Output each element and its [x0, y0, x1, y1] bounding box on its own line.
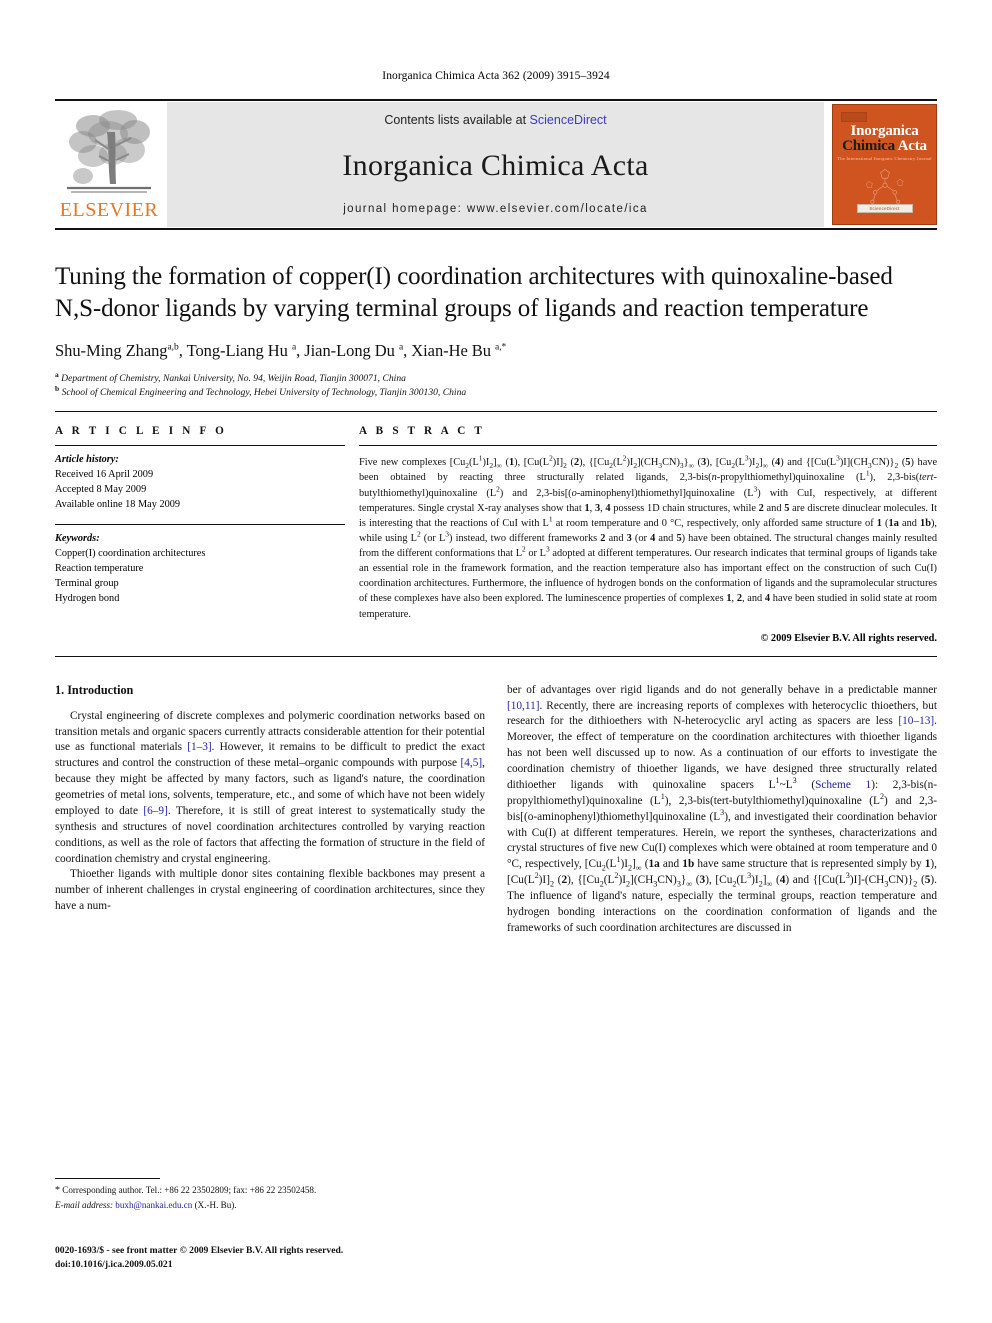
- abstract-heading: A B S T R A C T: [359, 425, 486, 438]
- affiliation-a-text: Department of Chemistry, Nankai Universi…: [61, 373, 406, 384]
- section-heading-introduction: 1. Introduction: [55, 682, 134, 697]
- author-list: Shu-Ming Zhanga,b, Tong-Liang Hu a, Jian…: [55, 341, 507, 360]
- cover-title-chimica: Chimica: [842, 138, 895, 155]
- page-title: Tuning the formation of copper(I) coordi…: [55, 263, 893, 322]
- article-history-label: Article history:: [55, 454, 119, 466]
- article-info-rule: [55, 445, 345, 447]
- body-region: 1. Introduction Crystal engineering of d…: [55, 683, 937, 937]
- abstract-text: Five new complexes [Cu2(L1)I2]∞ (1), [Cu…: [359, 453, 938, 620]
- affiliation-a: a Department of Chemistry, Nankai Univer…: [55, 369, 406, 384]
- doi-line: doi:10.1016/j.ica.2009.05.021: [55, 1259, 173, 1271]
- paragraph: Crystal engineering of discrete complexe…: [55, 709, 486, 865]
- history-online: Available online 18 May 2009: [55, 498, 181, 510]
- history-accepted: Accepted 8 May 2009: [55, 484, 147, 496]
- affiliation-list: a Department of Chemistry, Nankai Univer…: [55, 369, 937, 399]
- footnote-area: * Corresponding author. Tel.: +86 22 235…: [55, 1178, 485, 1212]
- masthead-center: Contents lists available at ScienceDirec…: [167, 102, 824, 227]
- keyword-item: Reaction temperature: [55, 562, 144, 574]
- footnote-rule: [55, 1178, 160, 1179]
- paper-page: Inorganica Chimica Acta 362 (2009) 3915–…: [0, 0, 992, 1323]
- cover-subtitle: The International Inorganic Chemistry Jo…: [837, 155, 932, 161]
- journal-cover-thumbnail[interactable]: Inorganica Chimica Acta The Internationa…: [832, 104, 937, 225]
- keywords-rule: [55, 523, 345, 525]
- paragraph: ber of advantages over rigid ligands and…: [507, 683, 938, 934]
- affiliation-b-text: School of Chemical Engineering and Techn…: [61, 386, 467, 398]
- paragraph: Thioether ligands with multiple donor si…: [55, 868, 485, 913]
- cover-badge-label: ScienceDirect: [869, 206, 900, 212]
- info-top-rule: [55, 411, 937, 413]
- journal-masthead: ELSEVIER Contents lists available at Sci…: [55, 99, 937, 230]
- sciencedirect-link[interactable]: ScienceDirect: [530, 113, 607, 127]
- issn-copyright-block: 0020-1693/$ - see front matter © 2009 El…: [55, 1244, 505, 1273]
- cover-molecule-icon: [865, 168, 903, 204]
- article-info-heading: A R T I C L E I N F O: [55, 425, 228, 438]
- cover-publisher-mark: [841, 112, 867, 123]
- history-received: Received 16 April 2009: [55, 469, 154, 481]
- abstract-column: A B S T R A C T Five new complexes [Cu2(…: [359, 425, 937, 644]
- running-head: Inorganica Chimica Acta 362 (2009) 3915–…: [382, 70, 610, 82]
- corresponding-author-note: * Corresponding author. Tel.: +86 22 235…: [55, 1185, 317, 1196]
- elsevier-logo: ELSEVIER: [55, 101, 163, 228]
- title-block: Tuning the formation of copper(I) coordi…: [55, 261, 937, 399]
- keyword-item: Copper(I) coordination architectures: [55, 547, 206, 559]
- keyword-item: Terminal group: [55, 577, 119, 589]
- abstract-copyright: © 2009 Elsevier B.V. All rights reserved…: [760, 632, 937, 644]
- keyword-item: Hydrogen bond: [55, 592, 120, 604]
- cover-sciencedirect-badge: ScienceDirect: [856, 204, 913, 213]
- contents-prefix: Contents lists available at: [384, 113, 530, 127]
- contents-available-line: Contents lists available at ScienceDirec…: [384, 113, 606, 127]
- journal-title: Inorganica Chimica Acta: [342, 148, 649, 182]
- cover-title-line2: Chimica Acta: [842, 138, 927, 155]
- keywords-label: Keywords:: [55, 532, 100, 544]
- article-info-column: A R T I C L E I N F O Article history: R…: [55, 425, 345, 644]
- abstract-rule: [359, 445, 937, 447]
- elsevier-tree-icon: [67, 110, 151, 193]
- article-history-group: Article history: Received 16 April 2009 …: [55, 453, 345, 513]
- affiliation-b: b School of Chemical Engineering and Tec…: [55, 383, 467, 398]
- issn-line: 0020-1693/$ - see front matter © 2009 El…: [55, 1245, 344, 1256]
- body-column-right: ber of advantages over rigid ligands and…: [507, 683, 937, 937]
- corresponding-email-note: E-mail address: buxh@nankai.edu.cn (X.-H…: [55, 1199, 237, 1210]
- info-abstract-region: A R T I C L E I N F O Article history: R…: [55, 425, 937, 644]
- elsevier-wordmark: ELSEVIER: [59, 199, 159, 221]
- journal-homepage-link[interactable]: journal homepage: www.elsevier.com/locat…: [343, 203, 648, 215]
- keywords-group: Keywords: Copper(I) coordination archite…: [55, 532, 345, 607]
- cover-title-acta: Acta: [897, 138, 927, 155]
- cover-title-line1: Inorganica: [850, 123, 919, 140]
- abstract-bottom-rule: [55, 655, 937, 657]
- body-column-left: 1. Introduction Crystal engineering of d…: [55, 683, 485, 937]
